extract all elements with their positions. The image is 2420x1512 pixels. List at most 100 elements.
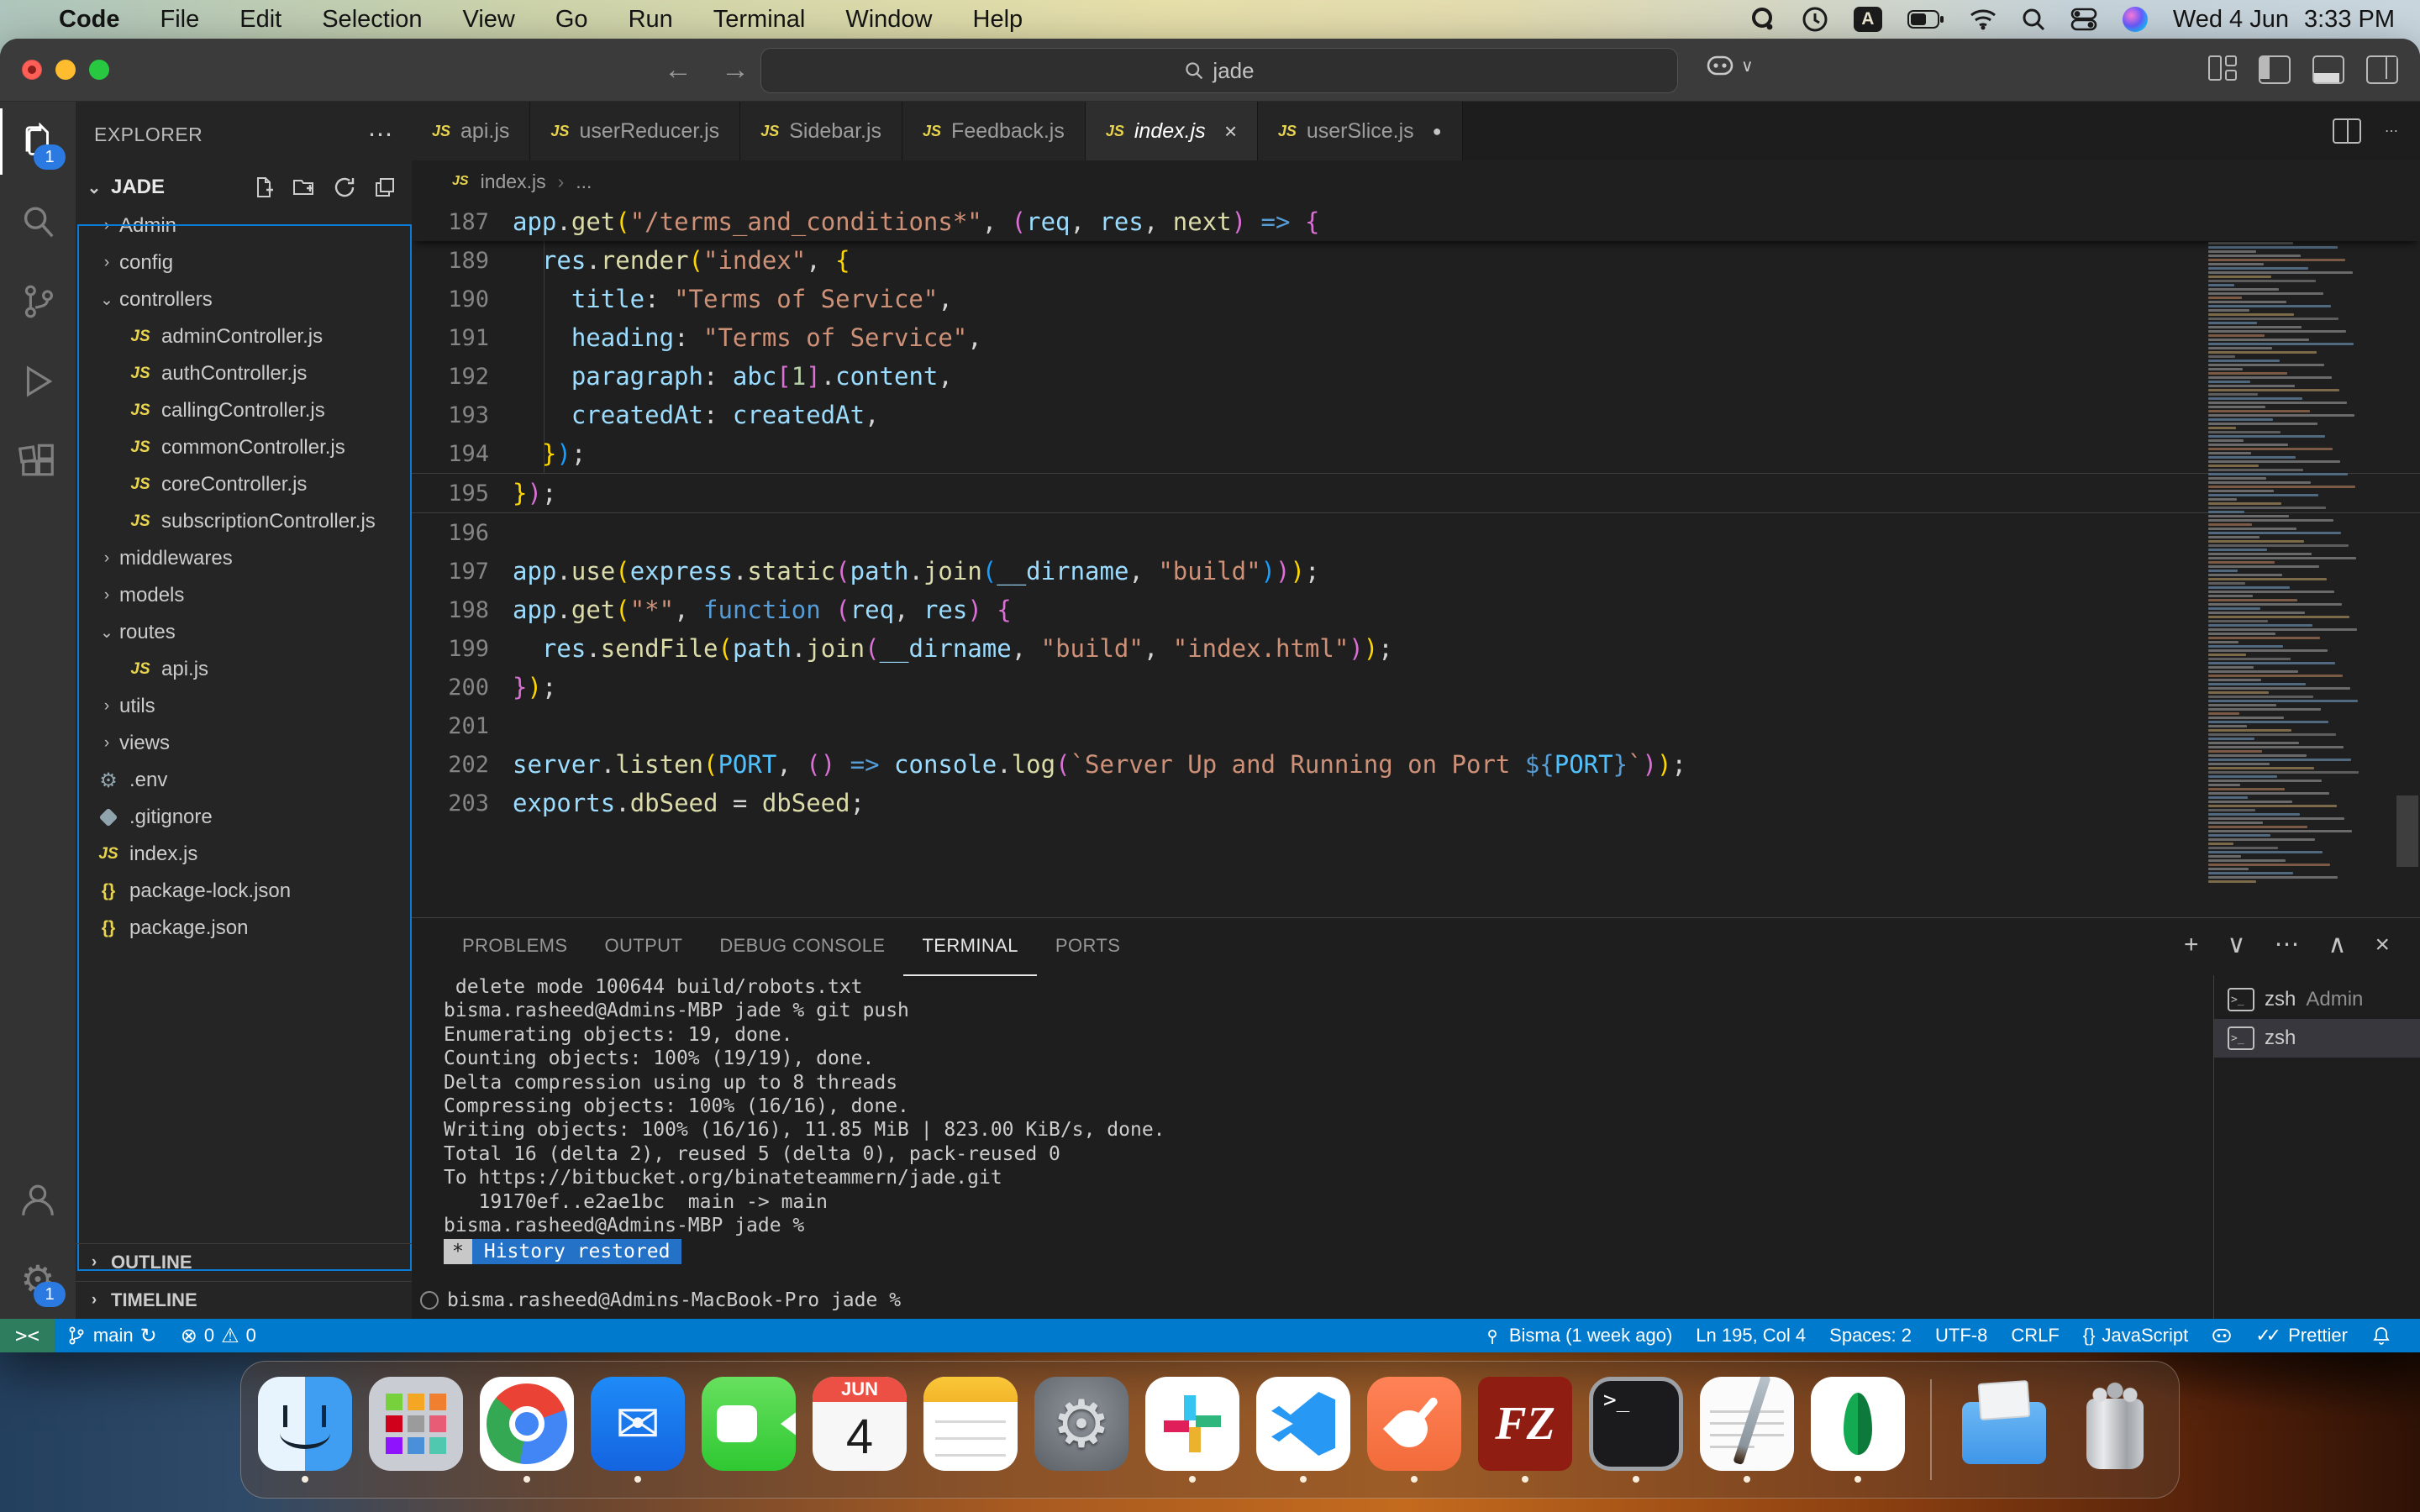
tree-item-Admin[interactable]: ›Admin xyxy=(76,207,412,244)
menu-item-help[interactable]: Help xyxy=(953,6,1044,33)
problems-indicator[interactable]: ⊗ 0 ⚠ 0 xyxy=(169,1324,268,1348)
menu-item-terminal[interactable]: Terminal xyxy=(693,6,826,33)
code-line-190[interactable]: 190 title: "Terms of Service", xyxy=(412,280,2420,318)
dock-postman[interactable] xyxy=(1362,1377,1466,1483)
dock-calendar[interactable]: JUN4 xyxy=(808,1377,912,1483)
panel-tab-terminal[interactable]: TERMINAL xyxy=(903,917,1036,976)
code-line-192[interactable]: 192 paragraph: abc[1].content, xyxy=(412,357,2420,396)
zoom-window-button[interactable] xyxy=(89,60,109,80)
tree-item-controllers[interactable]: ⌄controllers xyxy=(76,281,412,318)
toggle-primary-sidebar-icon[interactable] xyxy=(2259,55,2291,84)
indentation[interactable]: Spaces: 2 xyxy=(1818,1325,1923,1347)
menu-bar-date[interactable]: Wed 4 Jun xyxy=(2173,6,2289,34)
tree-item-routes[interactable]: ⌄routes xyxy=(76,614,412,651)
tab-Feedback.js[interactable]: JSFeedback.js xyxy=(902,102,1086,160)
terminal-instance-zsh-admin[interactable]: >_zshAdmin xyxy=(2214,980,2420,1019)
breadcrumb-more[interactable]: ... xyxy=(576,171,592,193)
title-bar[interactable]: ← → jade ∨ xyxy=(0,39,2420,102)
terminal-prompt[interactable]: bisma.rasheed@Admins-MacBook-Pro jade % xyxy=(447,1289,901,1312)
copilot-status[interactable] xyxy=(2200,1326,2244,1346)
code-line-196[interactable]: 196 xyxy=(412,513,2420,552)
close-window-button[interactable] xyxy=(22,60,42,80)
tree-item-.gitignore[interactable]: .gitignore xyxy=(76,799,412,836)
wifi-icon[interactable] xyxy=(1970,5,1996,34)
toggle-secondary-sidebar-icon[interactable] xyxy=(2366,55,2398,84)
panel-tab-problems[interactable]: PROBLEMS xyxy=(444,917,586,976)
copilot-menu[interactable]: ∨ xyxy=(1706,52,1754,79)
tree-item-package.json[interactable]: {}package.json xyxy=(76,910,412,947)
tree-item-commonController.js[interactable]: JScommonController.js xyxy=(76,429,412,466)
ellipsis-icon[interactable]: ⋯ xyxy=(2385,123,2398,139)
dock-terminal[interactable]: >_ xyxy=(1584,1377,1688,1483)
menu-item-code[interactable]: Code xyxy=(39,6,140,33)
dock-mongodb-compass[interactable] xyxy=(1806,1377,1910,1483)
menu-item-file[interactable]: File xyxy=(140,6,220,33)
language-mode[interactable]: {} JavaScript xyxy=(2071,1325,2200,1347)
formatter-status[interactable]: ✓✓ Prettier xyxy=(2244,1325,2360,1347)
activity-settings[interactable]: ⚙ 1 xyxy=(0,1239,76,1319)
code-line-200[interactable]: 200}); xyxy=(412,668,2420,706)
dock-downloads[interactable] xyxy=(1952,1377,2056,1483)
dock-textedit[interactable] xyxy=(1695,1377,1799,1483)
code-line-198[interactable]: 198app.get("*", function (req, res) { xyxy=(412,591,2420,629)
git-blame[interactable]: Bisma (1 week ago) xyxy=(1470,1325,1684,1347)
code-line-189[interactable]: 189 res.render("index", { xyxy=(412,241,2420,280)
minimap[interactable] xyxy=(2202,202,2395,917)
menu-bar-time[interactable]: 3:33 PM xyxy=(2304,6,2395,34)
clock-app-icon[interactable] xyxy=(1802,5,1828,34)
sync-icon[interactable]: ↻ xyxy=(140,1324,157,1348)
control-center-icon[interactable] xyxy=(2070,5,2097,34)
project-section-header[interactable]: ⌄ JADE xyxy=(76,167,412,207)
explorer-more-icon[interactable]: ⋯ xyxy=(368,120,394,150)
menu-item-run[interactable]: Run xyxy=(608,6,693,33)
dock-facetime[interactable] xyxy=(697,1377,801,1483)
tree-item-adminController.js[interactable]: JSadminController.js xyxy=(76,318,412,355)
maximize-panel-icon[interactable]: ∧ xyxy=(2328,930,2347,959)
code-line-199[interactable]: 199 res.sendFile(path.join(__dirname, "b… xyxy=(412,629,2420,668)
siri-icon[interactable] xyxy=(2123,7,2148,32)
dock-system-settings[interactable] xyxy=(1029,1377,1134,1483)
split-editor-icon[interactable] xyxy=(2333,118,2361,144)
new-file-icon[interactable] xyxy=(252,176,276,199)
remote-indicator[interactable]: >< xyxy=(0,1319,55,1352)
toggle-panel-icon[interactable] xyxy=(2312,55,2344,84)
timeline-section[interactable]: › TIMELINE xyxy=(76,1281,412,1319)
code-editor[interactable]: 187app.get("/terms_and_conditions*", (re… xyxy=(412,202,2420,917)
dock-visual-studio-code[interactable] xyxy=(1251,1377,1355,1483)
ellipsis-icon[interactable]: ⋯ xyxy=(2275,930,2300,959)
eol-sequence[interactable]: CRLF xyxy=(1999,1325,2070,1347)
breadcrumb-file[interactable]: index.js xyxy=(481,171,546,193)
code-line-191[interactable]: 191 heading: "Terms of Service", xyxy=(412,318,2420,357)
minimize-window-button[interactable] xyxy=(55,60,76,80)
tab-index.js[interactable]: JSindex.js× xyxy=(1086,102,1258,160)
tab-userReducer.js[interactable]: JSuserReducer.js xyxy=(530,102,740,160)
tree-item-index.js[interactable]: JSindex.js xyxy=(76,836,412,873)
collapse-all-icon[interactable] xyxy=(373,176,397,199)
sticky-scroll-line[interactable]: 187app.get("/terms_and_conditions*", (re… xyxy=(412,202,2420,241)
input-source-icon[interactable]: A xyxy=(1854,7,1882,32)
battery-icon[interactable] xyxy=(1907,5,1944,34)
tree-item-models[interactable]: ›models xyxy=(76,577,412,614)
tab-userSlice.js[interactable]: JSuserSlice.js● xyxy=(1258,102,1463,160)
tree-item-config[interactable]: ›config xyxy=(76,244,412,281)
terminal-output[interactable]: delete mode 100644 build/robots.txtbisma… xyxy=(412,975,2213,1319)
tree-item-middlewares[interactable]: ›middlewares xyxy=(76,540,412,577)
tab-Sidebar.js[interactable]: JSSidebar.js xyxy=(740,102,902,160)
notifications[interactable] xyxy=(2360,1326,2403,1346)
tree-item-views[interactable]: ›views xyxy=(76,725,412,762)
activity-run-debug[interactable] xyxy=(0,341,76,421)
close-icon[interactable]: × xyxy=(1224,118,1237,144)
dock-trash[interactable] xyxy=(2063,1377,2167,1483)
spotlight-icon[interactable] xyxy=(2022,5,2045,34)
tree-item-api.js[interactable]: JSapi.js xyxy=(76,651,412,688)
tree-item-authController.js[interactable]: JSauthController.js xyxy=(76,355,412,392)
dock-finder[interactable] xyxy=(253,1377,357,1483)
new-terminal-icon[interactable]: + xyxy=(2184,931,2199,959)
branch-indicator[interactable]: main ↻ xyxy=(55,1324,169,1348)
tree-item-utils[interactable]: ›utils xyxy=(76,688,412,725)
panel-tab-ports[interactable]: PORTS xyxy=(1037,917,1139,976)
activity-accounts[interactable] xyxy=(0,1159,76,1239)
activity-search[interactable] xyxy=(0,181,76,261)
nav-forward-icon[interactable]: → xyxy=(721,54,750,87)
customize-layout-icon[interactable] xyxy=(2208,55,2237,81)
